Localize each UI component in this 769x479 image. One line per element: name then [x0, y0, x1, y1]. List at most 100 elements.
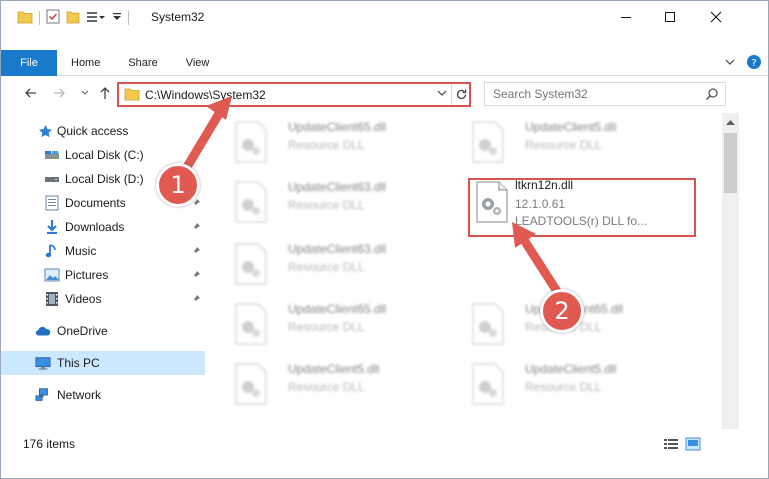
vertical-scrollbar[interactable]: [722, 113, 739, 429]
folder-icon[interactable]: [17, 10, 33, 27]
large-icons-view-icon[interactable]: [685, 437, 701, 454]
file-item[interactable]: UpdateClient65.dll Resource DLL: [216, 295, 446, 351]
close-button[interactable]: [693, 1, 739, 32]
file-type: Resource DLL: [525, 138, 602, 152]
sidebar-item-label: Music: [65, 244, 97, 258]
sidebar-item-videos[interactable]: Videos: [1, 287, 205, 311]
dll-file-icon: [234, 121, 268, 163]
tab-home[interactable]: Home: [57, 50, 114, 76]
sidebar-item-downloads[interactable]: Downloads: [1, 215, 205, 239]
music-icon: [44, 243, 60, 259]
expand-ribbon-icon[interactable]: [724, 56, 736, 71]
sidebar-item-label: Quick access: [57, 124, 129, 138]
network-icon: [35, 387, 51, 403]
new-folder-icon[interactable]: [66, 9, 80, 27]
file-item[interactable]: UpdateClient63.dll Resource DLL: [216, 173, 446, 229]
scroll-up-arrow-icon[interactable]: [722, 113, 739, 130]
pin-icon[interactable]: [191, 245, 201, 259]
search-box[interactable]: [484, 82, 726, 106]
sidebar-item-label: Local Disk (D:): [65, 172, 144, 186]
star-icon: [37, 123, 53, 139]
file-type: Resource DLL: [525, 380, 602, 394]
sidebar-item-label: Local Disk (C:): [65, 148, 144, 162]
scrollbar-thumb[interactable]: [724, 133, 737, 193]
address-path[interactable]: C:\Windows\System32: [145, 88, 266, 102]
help-icon[interactable]: ?: [746, 54, 762, 73]
refresh-button[interactable]: [451, 84, 471, 105]
step-2-badge: 2: [540, 289, 584, 333]
qat-dropdown-icon[interactable]: [112, 11, 122, 25]
dll-file-icon: [471, 363, 505, 405]
navigation-pane: Quick access Local Disk (C:) Local Disk …: [1, 113, 208, 429]
dll-file-icon: [234, 303, 268, 345]
sidebar-item-label: Videos: [65, 292, 102, 306]
documents-icon: [44, 195, 60, 211]
file-name: UpdateClient5.dll: [288, 362, 380, 376]
dll-file-icon: [234, 181, 268, 223]
ribbon-controls: ?: [724, 54, 762, 73]
sidebar-item-music[interactable]: Music: [1, 239, 205, 263]
dll-file-icon: [471, 303, 505, 345]
sidebar-item-network[interactable]: Network: [1, 383, 205, 407]
quick-access-toolbar: [17, 9, 129, 27]
address-bar[interactable]: C:\Windows\System32: [117, 82, 471, 107]
up-button[interactable]: [97, 85, 113, 101]
file-type: Resource DLL: [288, 138, 365, 152]
back-button[interactable]: [23, 85, 39, 101]
computer-icon: [35, 355, 51, 371]
view-buttons: [663, 437, 701, 454]
folder-icon: [124, 87, 140, 104]
maximize-button[interactable]: [647, 1, 693, 32]
sidebar-item-label: This PC: [57, 356, 100, 370]
sidebar-item-quick-access[interactable]: Quick access: [1, 119, 205, 143]
pin-icon[interactable]: [191, 269, 201, 283]
file-name: UpdateClient63.dll: [288, 242, 387, 256]
videos-icon: [44, 291, 60, 307]
sidebar-item-label: Downloads: [65, 220, 125, 234]
toolbar-separator: [128, 11, 129, 25]
toolbar-separator: [39, 11, 40, 25]
refresh-icon: [456, 89, 467, 100]
details-view-icon[interactable]: [663, 437, 679, 454]
cloud-icon: [35, 323, 51, 339]
downloads-icon: [44, 219, 60, 235]
sidebar-item-pictures[interactable]: Pictures: [1, 263, 205, 287]
file-name: UpdateClient63.dll: [288, 180, 387, 194]
file-item[interactable]: UpdateClient65.dll Resource DLL: [216, 113, 446, 169]
sidebar-item-this-pc[interactable]: This PC: [1, 351, 205, 375]
navigation-bar: C:\Windows\System32: [1, 79, 768, 109]
ribbon: File Home Share View ?: [1, 50, 768, 76]
file-name: UpdateClient5.dll: [525, 120, 617, 134]
minimize-button[interactable]: [603, 1, 649, 32]
search-icon[interactable]: [705, 87, 719, 104]
ribbon-tabs: File Home Share View: [1, 50, 223, 76]
file-item[interactable]: UpdateClient63.dll Resource DLL: [216, 235, 446, 291]
search-input[interactable]: [485, 83, 695, 105]
recent-locations-button[interactable]: [77, 85, 93, 101]
properties-icon[interactable]: [46, 9, 60, 27]
file-type: Resource DLL: [288, 198, 365, 212]
tab-file[interactable]: File: [1, 50, 57, 76]
file-item[interactable]: UpdateClient5.dll Resource DLL: [453, 355, 683, 411]
sidebar-item-label: Network: [57, 388, 102, 402]
pin-icon[interactable]: [191, 293, 201, 307]
item-count: 176 items: [23, 437, 76, 451]
customize-toolbar-icon[interactable]: [86, 10, 106, 27]
dll-file-icon: [234, 243, 268, 285]
file-name: UpdateClient65.dll: [288, 302, 387, 316]
pin-icon[interactable]: [191, 221, 201, 235]
tab-view[interactable]: View: [172, 50, 224, 76]
drive-icon: [44, 171, 60, 187]
file-item[interactable]: UpdateClient5.dll Resource DLL: [216, 355, 446, 411]
title-bar: System32: [1, 1, 768, 32]
file-highlight-box: [468, 178, 696, 237]
forward-button[interactable]: [51, 85, 67, 101]
dll-file-icon: [471, 121, 505, 163]
address-dropdown-icon[interactable]: [436, 87, 448, 102]
file-item[interactable]: UpdateClient5.dll Resource DLL: [453, 113, 683, 169]
svg-text:?: ?: [751, 58, 756, 69]
file-name: UpdateClient5.dll: [525, 362, 617, 376]
sidebar-item-label: Pictures: [65, 268, 109, 282]
sidebar-item-onedrive[interactable]: OneDrive: [1, 319, 205, 343]
tab-share[interactable]: Share: [114, 50, 171, 76]
